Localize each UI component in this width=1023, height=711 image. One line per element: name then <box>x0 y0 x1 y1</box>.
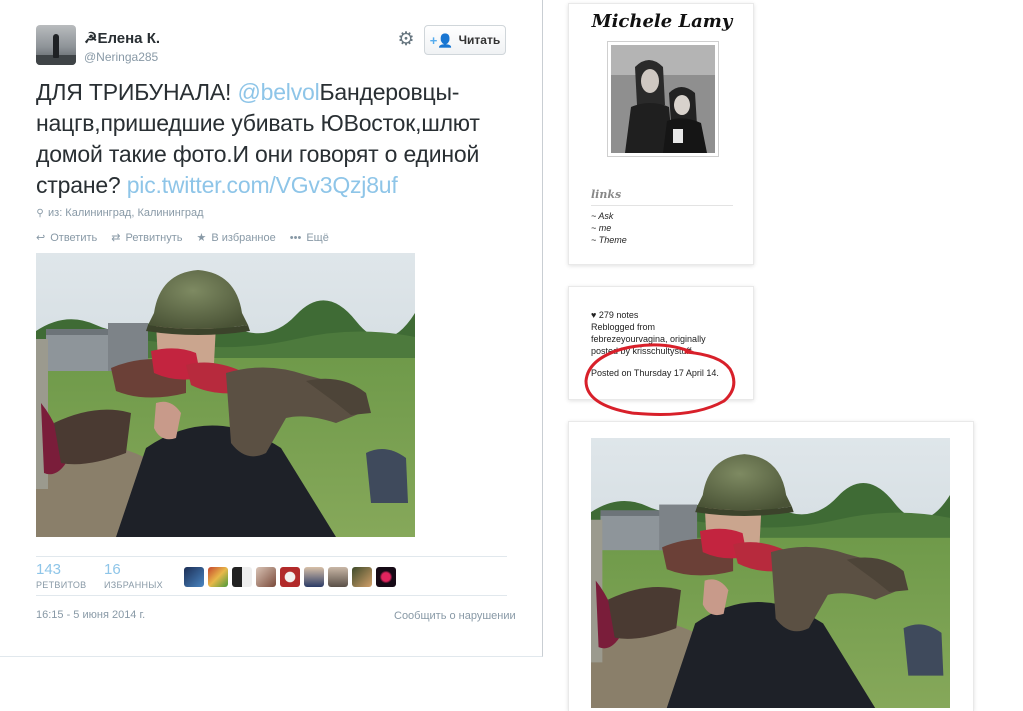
reblog-line: Reblogged from <box>591 322 656 332</box>
links-heading: links <box>591 188 622 201</box>
tweet-text-part-1: ДЛЯ ТРИБУНАЛА! <box>36 79 238 105</box>
gear-icon[interactable]: ⚙ <box>396 30 416 50</box>
favorites-count: 16 <box>104 561 121 578</box>
favoriter-avatar[interactable] <box>280 567 300 587</box>
favoriter-avatar[interactable] <box>328 567 348 587</box>
tweet-text: ДЛЯ ТРИБУНАЛА! @belvolБандеровцы-нацгв,п… <box>36 77 506 201</box>
location-label: из: Калининград, Калининград <box>48 207 204 219</box>
links-divider <box>591 205 733 206</box>
tweet-location[interactable]: ⚲ из: Калининград, Калининград <box>36 207 204 219</box>
follow-user-icon: +👤 <box>429 32 454 48</box>
reply-action[interactable]: ↩ Ответить <box>36 231 98 245</box>
follow-button[interactable]: +👤 Читать <box>424 25 506 55</box>
red-circle-annotation <box>584 343 736 416</box>
location-pin-icon: ⚲ <box>36 208 44 219</box>
tweet-photo-image <box>36 253 415 537</box>
blog-title[interactable]: Michele Lamy <box>569 11 755 32</box>
avatar-figure <box>53 34 59 58</box>
blog-post-photo-image <box>591 438 950 708</box>
link-me[interactable]: ~ me <box>591 223 611 233</box>
favorite-label: В избранное <box>211 231 276 244</box>
retweets-stat[interactable]: 143 РЕТВИТОВ <box>36 561 86 590</box>
user-avatar[interactable] <box>36 25 76 65</box>
link-theme[interactable]: ~ Theme <box>591 235 627 245</box>
favoriter-avatar[interactable] <box>232 567 252 587</box>
follow-button-label: Читать <box>458 33 501 47</box>
blog-sidebar-card: Michele Lamy links ~ Ask ~ me ~ Theme <box>568 3 754 265</box>
retweet-action[interactable]: ⇄ Ретвитнуть <box>111 231 183 245</box>
more-dots-icon: ••• <box>289 231 302 244</box>
tweet-actions: ↩ Ответить ⇄ Ретвитнуть ★ В избранное ••• Ещ… <box>36 231 329 245</box>
more-label: Ещё <box>306 231 329 244</box>
favorites-label: ИЗБРАННЫХ <box>104 580 163 590</box>
tweet-timestamp[interactable]: 16:15 - 5 июня 2014 г. <box>36 609 145 621</box>
retweet-icon: ⇄ <box>111 232 121 244</box>
pic-link[interactable]: pic.twitter.com/VGv3Qzj8uf <box>127 172 398 198</box>
retweets-count: 143 <box>36 561 62 578</box>
report-link[interactable]: Сообщить о нарушении <box>394 610 516 622</box>
favoriter-avatar[interactable] <box>256 567 276 587</box>
more-action[interactable]: ••• Ещё <box>290 231 329 244</box>
link-ask[interactable]: ~ Ask <box>591 211 613 221</box>
reply-label: Ответить <box>50 231 98 244</box>
favoriter-avatars <box>184 567 396 587</box>
favoriter-avatar[interactable] <box>304 567 324 587</box>
tweet-photo[interactable] <box>36 253 415 537</box>
star-icon: ★ <box>196 232 207 244</box>
tweet-card: ☭Елена К. @Neringa285 ⚙ +👤 Читать ДЛЯ ТР… <box>0 0 543 657</box>
blog-portrait <box>607 41 719 157</box>
retweets-label: РЕТВИТОВ <box>36 580 87 590</box>
reply-icon: ↩ <box>36 232 46 244</box>
tweet-stats: 143 РЕТВИТОВ 16 ИЗБРАННЫХ <box>36 556 507 596</box>
notes-count[interactable]: ♥ 279 notes <box>591 309 706 321</box>
user-display-name[interactable]: ☭Елена К. <box>84 29 160 47</box>
favorites-stat[interactable]: 16 ИЗБРАННЫХ <box>104 561 163 590</box>
favorite-action[interactable]: ★ В избранное <box>196 231 276 245</box>
favoriter-avatar[interactable] <box>376 567 396 587</box>
retweet-label: Ретвитнуть <box>125 231 183 244</box>
favoriter-avatar[interactable] <box>352 567 372 587</box>
user-handle[interactable]: @Neringa285 <box>84 50 158 64</box>
favoriter-avatar[interactable] <box>208 567 228 587</box>
blog-post-photo[interactable] <box>591 438 950 708</box>
favoriter-avatar[interactable] <box>184 567 204 587</box>
portrait-image <box>611 45 715 153</box>
mention-link[interactable]: @belvol <box>237 79 319 105</box>
